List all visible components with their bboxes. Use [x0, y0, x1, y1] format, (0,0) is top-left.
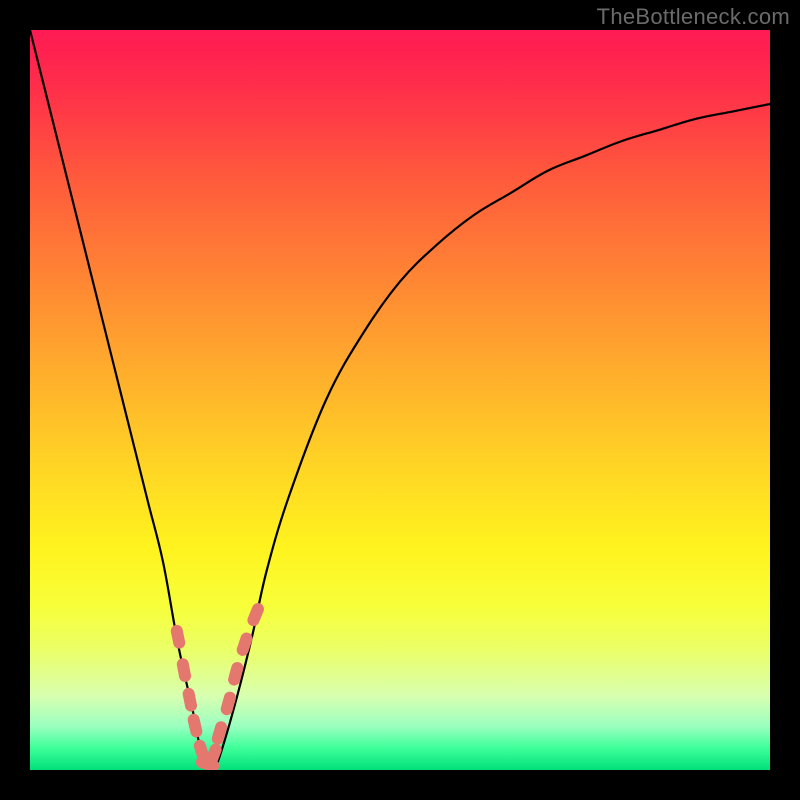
- chart-svg: [30, 30, 770, 770]
- data-marker: [186, 713, 203, 739]
- data-marker: [170, 624, 187, 650]
- bottleneck-curve: [30, 30, 770, 769]
- plot-area: [30, 30, 770, 770]
- data-marker: [176, 657, 192, 683]
- data-marker: [246, 601, 266, 628]
- data-marker: [182, 687, 198, 713]
- watermark-text: TheBottleneck.com: [597, 4, 790, 30]
- chart-frame: TheBottleneck.com: [0, 0, 800, 800]
- marker-group: [170, 601, 266, 770]
